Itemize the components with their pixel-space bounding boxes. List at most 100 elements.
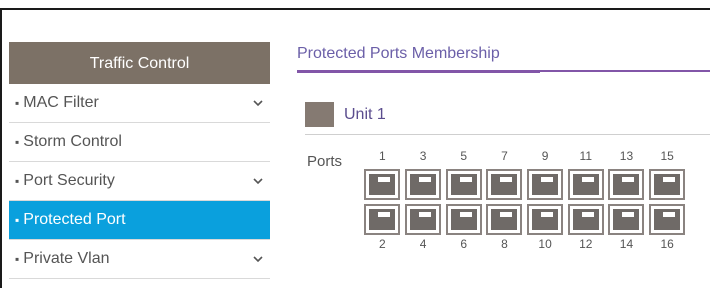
port-notch — [541, 177, 554, 182]
frame-left-border — [0, 8, 2, 288]
ports-label: Ports — [307, 153, 343, 170]
port-number: 7 — [501, 149, 508, 163]
port-3-icon[interactable] — [405, 169, 442, 200]
port-notch — [459, 177, 472, 182]
port-notch — [378, 212, 391, 217]
sidebar-item-label: Port Security — [23, 172, 115, 189]
unit-icon — [305, 102, 334, 127]
port-5-icon[interactable] — [445, 169, 482, 200]
port-jack — [369, 174, 396, 195]
sidebar-item-label: Private Vlan — [23, 250, 110, 267]
bullet-icon: ▪ — [15, 135, 20, 149]
port-16-icon[interactable] — [649, 204, 686, 235]
unit-row: Unit 1 — [305, 102, 386, 127]
port-notch — [541, 212, 554, 217]
port-jack — [532, 174, 559, 195]
port-number: 2 — [379, 237, 386, 251]
port-11-icon[interactable] — [567, 169, 604, 200]
sidebar-header-title: Traffic Control — [89, 55, 190, 72]
port-number: 15 — [660, 149, 674, 163]
port-number: 8 — [501, 237, 508, 251]
title-rule-accent — [297, 70, 540, 73]
port-row-bottom — [362, 202, 688, 237]
sidebar-item-mac-filter[interactable]: ▪ MAC Filter — [9, 84, 270, 123]
port-notch — [622, 177, 635, 182]
chevron-down-icon[interactable] — [252, 176, 264, 186]
port-notch — [581, 177, 594, 182]
port-jack — [491, 174, 518, 195]
unit-label: Unit 1 — [344, 105, 386, 123]
sidebar-menu: ▪ MAC Filter ▪ Storm Control ▪ Port Securit… — [9, 84, 270, 279]
port-number: 14 — [619, 237, 634, 251]
port-1-icon[interactable] — [364, 169, 401, 200]
sidebar-item-protected-port[interactable]: ▪ Protected Port — [9, 201, 270, 240]
port-jack — [491, 209, 518, 230]
port-jack — [613, 209, 640, 230]
port-14-icon[interactable] — [608, 204, 645, 235]
port-number: 1 — [379, 149, 386, 163]
sidebar-item-storm-control[interactable]: ▪ Storm Control — [9, 123, 270, 162]
port-10-icon[interactable] — [527, 204, 564, 235]
sidebar: Traffic Control ▪ MAC Filter ▪ Storm Contr… — [9, 42, 270, 279]
port-2-icon[interactable] — [364, 204, 401, 235]
port-jack — [654, 209, 681, 230]
port-jack — [450, 174, 477, 195]
port-6-icon[interactable] — [445, 204, 482, 235]
sidebar-item-label: MAC Filter — [23, 94, 99, 111]
port-9-icon[interactable] — [527, 169, 564, 200]
port-jack — [410, 209, 437, 230]
sidebar-item-port-security[interactable]: ▪ Port Security — [9, 162, 270, 201]
port-notch — [622, 212, 635, 217]
port-number: 12 — [579, 237, 593, 251]
port-notch — [459, 212, 472, 217]
port-jack — [450, 209, 477, 230]
port-7-icon[interactable] — [486, 169, 523, 200]
sidebar-item-label: Protected Port — [23, 211, 126, 228]
port-number: 6 — [460, 237, 468, 251]
port-number: 9 — [541, 149, 549, 163]
bullet-icon: ▪ — [15, 174, 20, 188]
port-number: 4 — [419, 237, 427, 251]
port-notch — [581, 212, 594, 217]
port-notch — [663, 177, 676, 182]
chevron-down-icon[interactable] — [252, 98, 264, 108]
port-12-icon[interactable] — [567, 204, 604, 235]
port-8-icon[interactable] — [486, 204, 523, 235]
port-grid: 1 3 5 7 9 11 13 15 2 4 6 8 10 12 14 16 — [362, 149, 688, 255]
port-row-top — [362, 167, 688, 202]
port-notch — [663, 212, 676, 217]
bullet-icon: ▪ — [15, 96, 20, 110]
port-jack — [572, 209, 599, 230]
port-jack — [532, 209, 559, 230]
port-notch — [378, 177, 391, 182]
panel-title: Protected Ports Membership — [297, 45, 500, 62]
unit-divider — [305, 134, 710, 135]
frame-top-border — [0, 8, 710, 10]
port-number: 3 — [419, 149, 427, 163]
port-15-icon[interactable] — [649, 169, 686, 200]
sidebar-item-private-vlan[interactable]: ▪ Private Vlan — [9, 240, 270, 279]
port-4-icon[interactable] — [405, 204, 442, 235]
port-notch — [419, 177, 432, 182]
port-jack — [369, 209, 396, 230]
port-13-icon[interactable] — [608, 169, 645, 200]
sidebar-header: Traffic Control — [9, 42, 270, 84]
port-numbers-bottom: 2 4 6 8 10 12 14 16 — [362, 237, 688, 255]
port-numbers-top: 1 3 5 7 9 11 13 15 — [362, 149, 688, 167]
port-notch — [500, 177, 513, 182]
port-jack — [654, 174, 681, 195]
port-jack — [410, 174, 437, 195]
port-number: 10 — [538, 237, 552, 251]
port-number: 13 — [619, 149, 634, 163]
port-jack — [613, 174, 640, 195]
bullet-icon: ▪ — [15, 252, 20, 266]
port-notch — [419, 212, 432, 217]
chevron-down-icon[interactable] — [252, 254, 264, 264]
bullet-icon: ▪ — [15, 213, 20, 227]
main-panel: Protected Ports Membership Unit 1 Ports … — [297, 42, 710, 251]
port-notch — [500, 212, 513, 217]
port-number: 5 — [460, 149, 468, 163]
title-underline — [297, 70, 710, 74]
port-jack — [572, 174, 599, 195]
port-number: 16 — [660, 237, 674, 251]
